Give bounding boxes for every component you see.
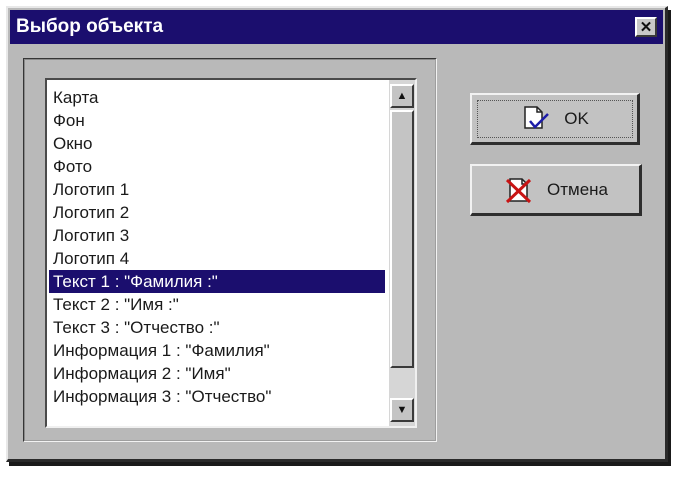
- list-item[interactable]: Логотип 3: [49, 224, 385, 247]
- arrow-down-icon: ▼: [396, 404, 408, 416]
- list-item[interactable]: Логотип 4: [49, 247, 385, 270]
- cancel-button[interactable]: Отмена: [470, 164, 642, 216]
- scroll-down-button[interactable]: ▼: [390, 398, 414, 422]
- list-item[interactable]: Информация 2 : "Имя": [49, 362, 385, 385]
- close-button[interactable]: ✕: [635, 17, 657, 37]
- scrollbar-thumb[interactable]: [390, 110, 414, 368]
- list-item[interactable]: Фото: [49, 155, 385, 178]
- arrow-up-icon: ▲: [396, 90, 408, 102]
- list-item[interactable]: Логотип 1: [49, 178, 385, 201]
- list-item[interactable]: Информация 3 : "Отчество": [49, 385, 385, 408]
- object-listbox[interactable]: Карта Фон Окно Фото Логотип 1 Логотип 2 …: [45, 78, 417, 428]
- document-check-icon: [520, 104, 550, 134]
- cancel-label: Отмена: [547, 179, 608, 199]
- list-item[interactable]: Информация 1 : "Фамилия": [49, 339, 385, 362]
- title-bar[interactable]: Выбор объекта ✕: [10, 10, 663, 44]
- ok-button[interactable]: OK: [470, 93, 640, 145]
- list-item[interactable]: Текст 2 : "Имя :": [49, 293, 385, 316]
- list-item[interactable]: Фон: [49, 109, 385, 132]
- scroll-up-button[interactable]: ▲: [390, 84, 414, 108]
- list-item[interactable]: Окно: [49, 132, 385, 155]
- object-list: Карта Фон Окно Фото Логотип 1 Логотип 2 …: [49, 86, 385, 408]
- list-item[interactable]: Карта: [49, 86, 385, 109]
- ok-label: OK: [564, 108, 589, 128]
- list-item-selected[interactable]: Текст 1 : "Фамилия :": [49, 270, 385, 293]
- list-item[interactable]: Текст 3 : "Отчество :": [49, 316, 385, 339]
- document-cross-icon: [503, 175, 533, 205]
- close-icon: ✕: [639, 18, 653, 36]
- vertical-scrollbar[interactable]: ▲ ▼: [389, 80, 415, 426]
- list-item[interactable]: Логотип 2: [49, 201, 385, 224]
- dialog-title: Выбор объекта: [16, 16, 164, 37]
